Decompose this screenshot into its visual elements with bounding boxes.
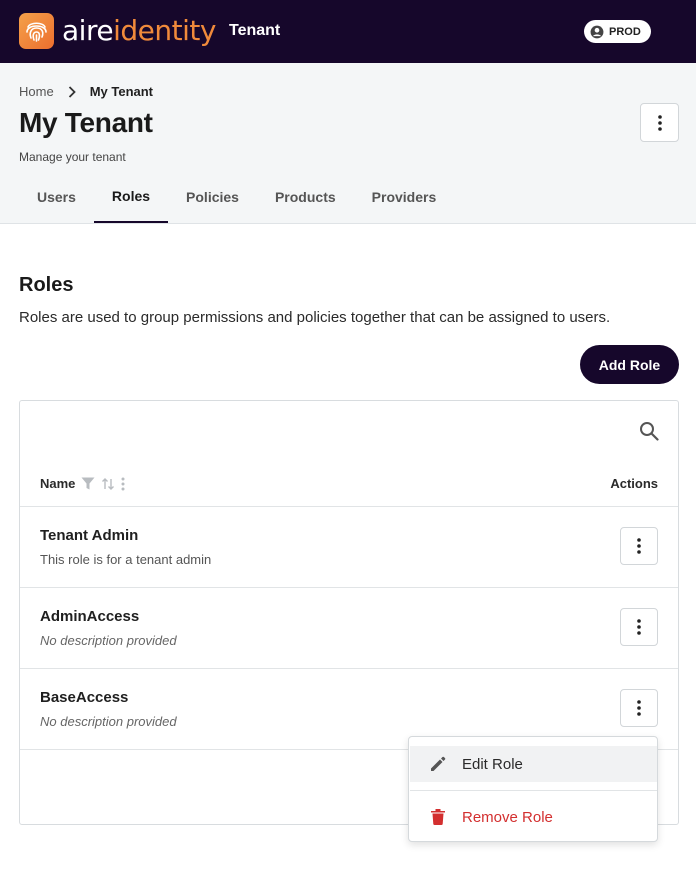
breadcrumb-home-link[interactable]: Home <box>19 84 54 99</box>
tab-bar: Users Roles Policies Products Providers <box>19 179 454 223</box>
remove-role-label: Remove Role <box>462 808 553 826</box>
role-description: No description provided <box>40 714 177 729</box>
sort-icon[interactable] <box>101 477 115 491</box>
row-actions-button[interactable] <box>620 689 658 727</box>
page-more-options-button[interactable] <box>640 103 679 142</box>
section-title: Roles <box>19 274 74 296</box>
app-name: Tenant <box>229 22 281 39</box>
breadcrumb: Home My Tenant <box>19 84 153 99</box>
row-actions-button[interactable] <box>620 527 658 565</box>
page-title: My Tenant <box>19 107 153 138</box>
page-header: Home My Tenant My Tenant Manage your ten… <box>0 63 696 224</box>
row-actions-menu: Edit Role Remove Role <box>408 736 658 842</box>
edit-role-label: Edit Role <box>462 755 523 773</box>
page-subtitle: Manage your tenant <box>19 150 126 164</box>
environment-label: PROD <box>609 25 641 38</box>
search-icon <box>640 422 659 441</box>
more-vertical-icon <box>637 538 641 554</box>
edit-role-menu-item[interactable]: Edit Role <box>410 746 657 782</box>
chevron-right-icon <box>68 85 76 98</box>
logo-text-aire: aire <box>62 14 114 47</box>
logo-text-identity: identity <box>113 14 216 47</box>
fingerprint-logo-icon[interactable] <box>19 13 54 49</box>
role-name: Tenant Admin <box>40 527 139 544</box>
role-name: AdminAccess <box>40 608 140 625</box>
account-circle-icon <box>590 25 604 38</box>
brand-logo[interactable]: aireidentity <box>62 14 216 48</box>
remove-role-menu-item[interactable]: Remove Role <box>410 799 657 835</box>
tab-providers[interactable]: Providers <box>354 179 455 223</box>
search-button[interactable] <box>635 417 663 445</box>
table-row[interactable]: AdminAccess No description provided <box>20 588 678 669</box>
section-description: Roles are used to group permissions and … <box>19 309 611 326</box>
column-menu-icon[interactable] <box>121 477 125 491</box>
role-name: BaseAccess <box>40 689 129 706</box>
breadcrumb-current: My Tenant <box>89 84 154 99</box>
filter-icon[interactable] <box>81 477 95 490</box>
menu-divider <box>410 790 657 791</box>
column-header-actions: Actions <box>610 476 658 491</box>
more-vertical-icon <box>657 114 662 131</box>
table-header: Name Actions <box>20 464 678 507</box>
row-actions-button[interactable] <box>620 608 658 646</box>
role-description: No description provided <box>40 633 177 648</box>
column-header-name[interactable]: Name <box>40 476 125 491</box>
tab-products[interactable]: Products <box>257 179 354 223</box>
tab-users[interactable]: Users <box>19 179 94 223</box>
column-name-label: Name <box>40 476 76 491</box>
tab-roles[interactable]: Roles <box>93 179 169 223</box>
more-vertical-icon <box>637 619 641 635</box>
more-vertical-icon <box>637 700 641 716</box>
add-role-button[interactable]: Add Role <box>580 345 679 384</box>
environment-badge[interactable]: PROD <box>584 20 651 43</box>
trash-icon <box>428 807 448 827</box>
role-description: This role is for a tenant admin <box>40 552 212 567</box>
top-nav-bar: aireidentity Tenant PROD <box>0 0 696 63</box>
tab-policies[interactable]: Policies <box>168 179 257 223</box>
table-row[interactable]: Tenant Admin This role is for a tenant a… <box>20 507 678 588</box>
pencil-icon <box>428 754 448 774</box>
